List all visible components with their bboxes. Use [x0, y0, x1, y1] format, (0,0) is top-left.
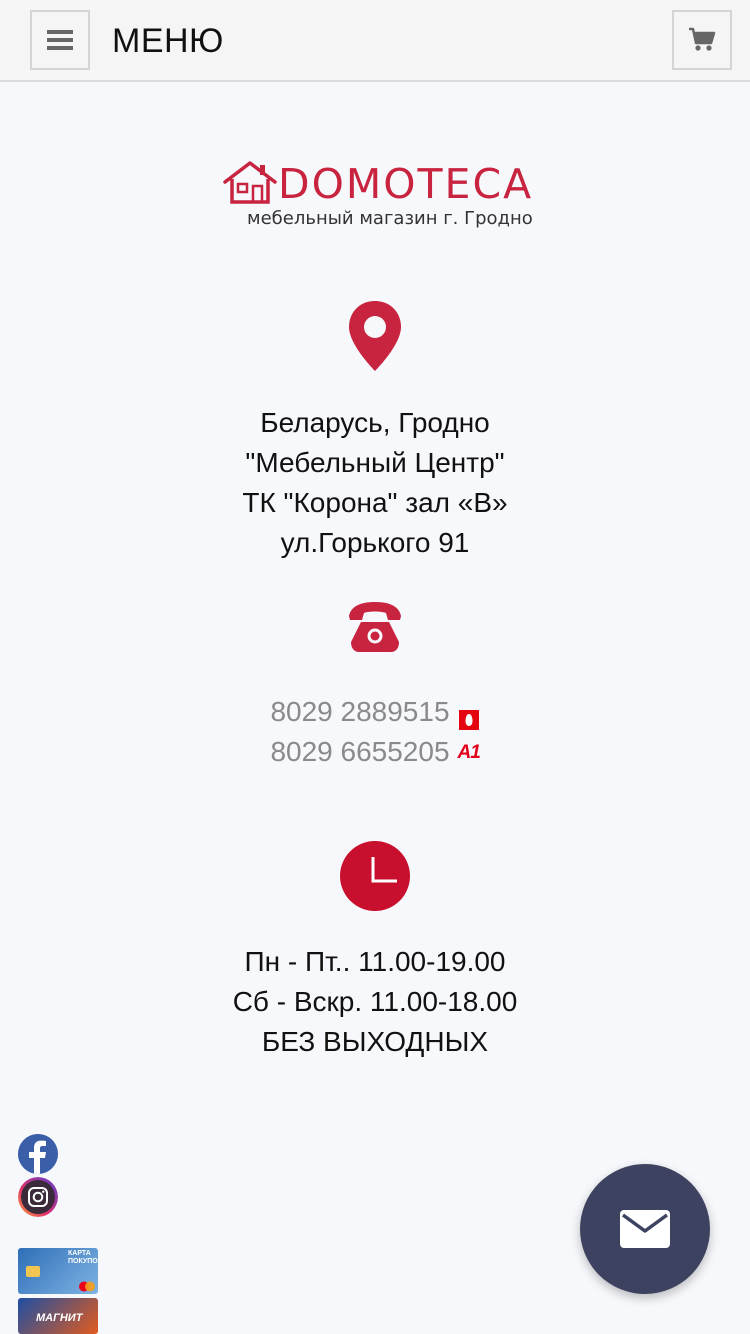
cart-button[interactable] [672, 10, 732, 70]
card-label: МАГНИТ [36, 1312, 83, 1324]
menu-label[interactable]: МЕНЮ [112, 22, 224, 61]
payment-card-karta-pokupok[interactable]: КАРТА ПОКУПОК [18, 1248, 98, 1294]
contact-message-button[interactable] [580, 1164, 710, 1294]
facebook-icon [18, 1134, 58, 1174]
house-icon [223, 161, 277, 204]
address-icon-block [345, 300, 405, 374]
telephone-icon [349, 602, 401, 652]
hours-line: БЕЗ ВЫХОДНЫХ [261, 1026, 489, 1057]
hamburger-icon [47, 30, 73, 50]
phone-row: 8029 2889515 [0, 692, 750, 732]
hours-icon-block [338, 840, 412, 914]
store-logo[interactable]: DOMOTECA мебельный магазин г. Гродно [220, 158, 540, 234]
phone-number[interactable]: 8029 6655205 [270, 732, 449, 772]
a1-icon: A1 [457, 742, 481, 763]
address-line: ТК "Корона" зал «В» [242, 487, 508, 518]
logo-subtitle: мебельный магазин г. Гродно [247, 208, 533, 229]
instagram-link[interactable] [18, 1177, 58, 1217]
card-label: КАРТА ПОКУПОК [68, 1250, 98, 1265]
clock-icon [340, 841, 410, 911]
hours-block: Пн - Пт.. 11.00-19.00 Сб - Вскр. 11.00-1… [0, 942, 750, 1062]
phone-row: 8029 6655205 A1 [0, 732, 750, 772]
facebook-link[interactable] [18, 1134, 58, 1174]
envelope-icon [620, 1210, 670, 1248]
address-line: ул.Горького 91 [280, 527, 470, 558]
card-chip-icon [26, 1266, 40, 1277]
address-line: Беларусь, Гродно [260, 407, 490, 438]
payment-card-magnit[interactable]: МАГНИТ [18, 1298, 98, 1334]
top-bar: МЕНЮ [0, 0, 750, 82]
hours-line: Пн - Пт.. 11.00-19.00 [244, 946, 506, 977]
map-pin-icon [349, 301, 401, 371]
menu-button[interactable] [30, 10, 90, 70]
instagram-icon [18, 1177, 58, 1217]
phone-number[interactable]: 8029 2889515 [270, 692, 449, 732]
mts-icon [458, 701, 480, 730]
phone-list: 8029 2889515 8029 6655205 A1 [0, 692, 750, 772]
address-block: Беларусь, Гродно "Мебельный Центр" ТК "К… [0, 403, 750, 563]
hours-line: Сб - Вскр. 11.00-18.00 [232, 986, 518, 1017]
logo-name: DOMOTECA [278, 160, 534, 208]
mastercard-icon [79, 1281, 95, 1292]
cart-icon [689, 27, 716, 51]
address-line: "Мебельный Центр" [245, 447, 505, 478]
phone-icon-block [345, 600, 405, 656]
